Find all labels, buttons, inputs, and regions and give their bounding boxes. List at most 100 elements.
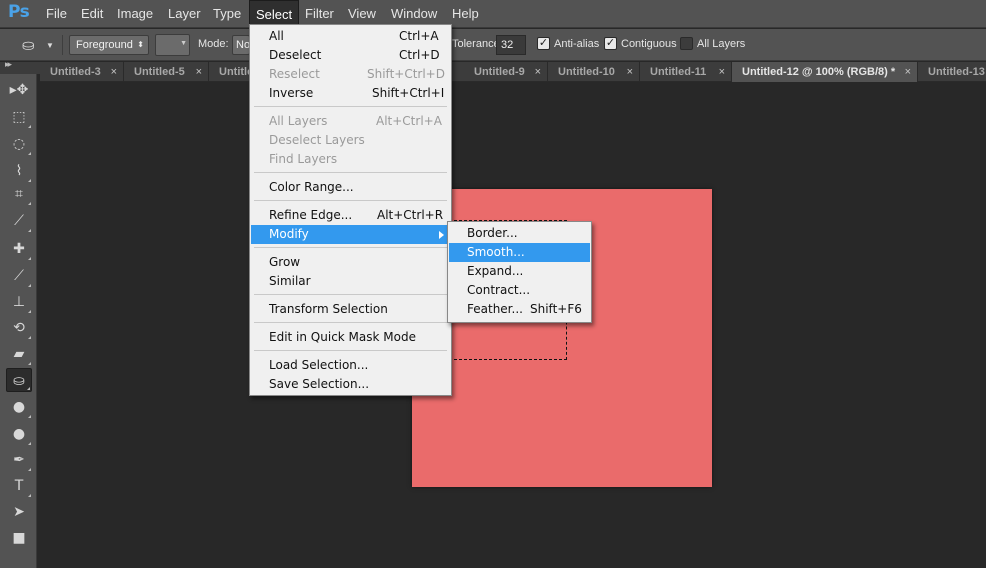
double-chevron-icon: ▸▸: [5, 60, 12, 70]
menu-separator: [254, 106, 447, 107]
menu-item-inverse[interactable]: Inverse Shift+Ctrl+I: [251, 84, 450, 103]
all-layers-checkbox[interactable]: [680, 37, 693, 50]
shortcut-label: Ctrl+D: [399, 48, 440, 62]
dodge-icon[interactable]: ●: [6, 422, 32, 446]
tab-untitled-13[interactable]: Untitled-13: [918, 62, 986, 82]
tab-label: Untitled-13: [928, 66, 985, 78]
tab-untitled-5[interactable]: Untitled-5 ×: [124, 62, 209, 82]
flyout-indicator-icon: [28, 310, 31, 313]
menu-item-label: All: [269, 29, 284, 43]
tab-label: Untitled-11: [650, 66, 707, 78]
lasso-icon[interactable]: ◌: [6, 132, 32, 156]
document-tab-bar: Untitled-3 × Untitled-5 × Untitled-6 × U…: [40, 62, 986, 82]
rect-marquee-icon[interactable]: ⬚: [6, 105, 32, 129]
menu-item-deselect[interactable]: Deselect Ctrl+D: [251, 46, 450, 65]
mode-select[interactable]: Normal: [232, 35, 250, 55]
submenu-item-expand[interactable]: Expand...: [449, 262, 590, 281]
options-bar: ⛀ ▼ Foreground ⬍ ▼ Mode: Normal Toleranc…: [0, 29, 986, 61]
close-icon[interactable]: ×: [535, 62, 541, 82]
tab-untitled-10[interactable]: Untitled-10 ×: [548, 62, 640, 82]
shortcut-label: Shift+Ctrl+D: [367, 67, 445, 81]
eraser-icon[interactable]: ▰: [6, 342, 32, 366]
brush-icon[interactable]: ⟋: [6, 264, 32, 288]
menu-item-save-selection[interactable]: Save Selection...: [251, 375, 450, 394]
shortcut-label: Alt+Ctrl+R: [377, 208, 444, 222]
menu-item-find-layers: Find Layers: [251, 150, 450, 169]
flyout-indicator-icon: [28, 202, 31, 205]
contiguous-label: Contiguous: [621, 38, 677, 50]
menu-filter[interactable]: Filter: [299, 0, 340, 27]
tolerance-input[interactable]: 32: [496, 35, 526, 55]
menu-item-reselect: Reselect Shift+Ctrl+D: [251, 65, 450, 84]
menu-item-grow[interactable]: Grow: [251, 253, 450, 272]
tab-untitled-12-active[interactable]: Untitled-12 @ 100% (RGB/8) * ×: [732, 62, 918, 82]
menu-item-quick-mask[interactable]: Edit in Quick Mask Mode: [251, 328, 450, 347]
submenu-item-feather[interactable]: Feather... Shift+F6: [449, 300, 590, 319]
menu-item-label: Inverse: [269, 86, 314, 100]
rectangle-shape-icon[interactable]: ■: [6, 526, 32, 550]
eyedropper-icon[interactable]: ⟋: [6, 209, 32, 233]
type-icon[interactable]: T: [6, 474, 32, 498]
menu-separator: [254, 294, 447, 295]
menu-separator: [254, 247, 447, 248]
clone-stamp-icon[interactable]: ⊥: [6, 290, 32, 314]
crop-icon[interactable]: ⌗: [6, 182, 32, 206]
tab-untitled-3[interactable]: Untitled-3 ×: [40, 62, 124, 82]
menu-item-transform-selection[interactable]: Transform Selection: [251, 300, 450, 319]
menu-item-similar[interactable]: Similar: [251, 272, 450, 291]
fill-source-select[interactable]: Foreground ⬍: [69, 35, 149, 55]
pen-icon[interactable]: ✒: [6, 448, 32, 472]
antialias-checkbox[interactable]: ✓: [537, 37, 550, 50]
submenu-item-smooth[interactable]: Smooth...: [449, 243, 590, 262]
close-icon[interactable]: ×: [196, 62, 202, 82]
menu-file[interactable]: File: [40, 0, 73, 27]
menu-view[interactable]: View: [342, 0, 382, 27]
path-select-icon[interactable]: ➤: [6, 500, 32, 524]
menu-item-refine-edge[interactable]: Refine Edge... Alt+Ctrl+R: [251, 206, 450, 225]
menu-item-label: Contract...: [467, 283, 531, 297]
all-layers-label: All Layers: [697, 38, 746, 50]
move-icon[interactable]: ▸✥: [6, 78, 32, 102]
menu-item-label: Modify: [269, 227, 309, 241]
toolbar-collapse-handle[interactable]: ▸▸: [0, 60, 40, 74]
submenu-item-border[interactable]: Border...: [449, 224, 590, 243]
flyout-indicator-icon: [28, 494, 31, 497]
menu-item-label: Feather...: [467, 302, 523, 316]
contiguous-checkbox[interactable]: ✓: [604, 37, 617, 50]
history-brush-icon[interactable]: ⟲: [6, 316, 32, 340]
quick-select-icon[interactable]: ⌇: [6, 159, 32, 183]
menu-image[interactable]: Image: [111, 0, 159, 27]
tab-untitled-11[interactable]: Untitled-11 ×: [640, 62, 732, 82]
menu-item-load-selection[interactable]: Load Selection...: [251, 356, 450, 375]
close-icon[interactable]: ×: [627, 62, 633, 82]
menu-item-label: Expand...: [467, 264, 524, 278]
menu-item-label: All Layers: [269, 114, 328, 128]
menu-layer[interactable]: Layer: [162, 0, 207, 27]
tab-label: Untitled-12 @ 100% (RGB/8) *: [742, 66, 896, 78]
submenu-item-contract[interactable]: Contract...: [449, 281, 590, 300]
menu-separator: [254, 200, 447, 201]
tool-preset-picker[interactable]: ⛀ ▼: [18, 36, 58, 54]
flyout-indicator-icon: [28, 229, 31, 232]
pattern-picker[interactable]: ▼: [155, 34, 190, 56]
paint-bucket-icon[interactable]: ⛀: [6, 368, 32, 392]
menu-window[interactable]: Window: [385, 0, 443, 27]
close-icon[interactable]: ×: [905, 62, 911, 82]
healing-brush-icon[interactable]: ✚: [6, 237, 32, 261]
menu-item-all[interactable]: All Ctrl+A: [251, 27, 450, 46]
close-icon[interactable]: ×: [111, 62, 117, 82]
menu-help[interactable]: Help: [446, 0, 485, 27]
menu-item-modify[interactable]: Modify: [251, 225, 450, 244]
menu-type[interactable]: Type: [207, 0, 247, 27]
blur-icon[interactable]: ●: [6, 395, 32, 419]
flyout-indicator-icon: [27, 387, 30, 390]
menu-edit[interactable]: Edit: [75, 0, 109, 27]
tab-untitled-9[interactable]: Untitled-9 ×: [464, 62, 548, 82]
menu-item-label: Save Selection...: [269, 377, 370, 391]
close-icon[interactable]: ×: [719, 62, 725, 82]
paint-bucket-icon: ⛀: [22, 37, 35, 54]
tools-panel: ▸✥ ⬚ ◌ ⌇ ⌗ ⟋ ✚ ⟋ ⊥ ⟲ ▰ ⛀ ● ● ✒ T ➤ ■: [0, 74, 37, 568]
menu-item-label: Grow: [269, 255, 301, 269]
menu-select[interactable]: Select: [249, 0, 300, 27]
menu-item-color-range[interactable]: Color Range...: [251, 178, 450, 197]
